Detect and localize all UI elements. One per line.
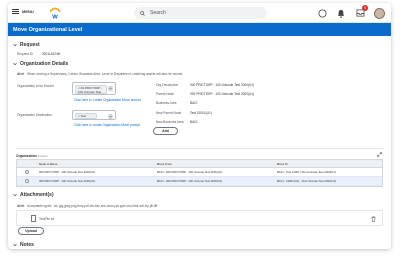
- hamburger-icon: [12, 9, 19, 14]
- org-to-move-label: Organization to be Moved: [17, 84, 54, 88]
- prompt-list-icon[interactable]: [108, 114, 113, 119]
- row-select-radio[interactable]: [25, 170, 29, 174]
- search-input[interactable]: Search: [134, 7, 267, 19]
- main-content: Request Request ID 000112024B Organizati…: [8, 36, 391, 249]
- search-icon: [140, 10, 145, 16]
- expand-icon[interactable]: [377, 152, 382, 157]
- org-description-value: 000 PRICTORP - 100 Unicode Test 2000(U1): [190, 83, 255, 87]
- cell-move-from: BACI - 000 PRICTORP - 100 Unicode Test 2…: [157, 179, 223, 183]
- menu-button[interactable]: MENU: [12, 9, 34, 14]
- new-business-area-label: New Business Area: [156, 120, 184, 124]
- attachments-alert-label: Alert: [17, 204, 25, 208]
- cell-move-to: BACI - Test 21001 (Test Unicode Test 200…: [277, 170, 336, 174]
- row-select-radio[interactable]: [25, 179, 29, 183]
- org-destination-chip[interactable]: × Test 21001(U1): [75, 112, 97, 119]
- grid-title: Organization: [16, 154, 37, 158]
- notes-section-header[interactable]: Notes: [13, 242, 34, 248]
- organization-grid: Node to Move Move From Move To 000 PRICT…: [16, 159, 383, 187]
- attachments-section-header[interactable]: Attachment(s): [13, 192, 54, 198]
- cell-move-to: BACI - 21001(U1) - Test Unicode Test 200…: [277, 179, 337, 183]
- org-to-move-chip[interactable]: × 00-PRICTORP - 100 Unicode Test 2000(U1…: [75, 85, 107, 94]
- org-description-label: Org Description: [156, 83, 179, 87]
- organization-details-title: Organization Details: [20, 61, 69, 67]
- user-avatar[interactable]: [373, 7, 385, 19]
- attachment-item[interactable]: TestFile.txt: [16, 210, 383, 226]
- column-header-move-to[interactable]: Move To: [277, 162, 288, 166]
- notes-title: Notes: [20, 242, 34, 248]
- chevron-down-icon: [13, 244, 17, 247]
- page-title: Move Organizational Level: [13, 26, 83, 33]
- request-section-header[interactable]: Request: [13, 42, 40, 48]
- org-to-move-link[interactable]: Click here to Create Organization Move p…: [74, 98, 141, 102]
- cell-node-to-move: 000 PRICTORP - 100 Unicode Test 2000(U1): [39, 170, 96, 174]
- page-header: Move Organizational Level: [8, 23, 391, 36]
- chevron-down-icon: [13, 44, 17, 47]
- trash-icon[interactable]: [371, 216, 376, 222]
- org-destination-label: Organization Destination: [17, 113, 52, 117]
- menu-label: MENU: [22, 9, 34, 14]
- grid-header-row: Node to Move Move From Move To: [17, 160, 382, 168]
- workday-logo[interactable]: w: [48, 6, 62, 20]
- table-row[interactable]: 000 PRICTORP - 100 Unicode Test 2000(U1)…: [17, 177, 382, 186]
- prompt-list-icon[interactable]: [108, 86, 113, 91]
- org-destination-prompt[interactable]: × Test 21001(U1): [72, 110, 116, 120]
- request-id-label: Request ID: [17, 52, 33, 56]
- attachments-alert-text: Acceptable types: .txt,.jpg,jpeg,png,bmp…: [27, 204, 158, 208]
- notification-badge: 5: [362, 5, 368, 11]
- alert-text: When moving a Supervisory, Center, Busin…: [27, 72, 184, 76]
- alert-label: Alert: [17, 72, 25, 76]
- parent-node-label: Parent Node: [156, 92, 174, 96]
- search-placeholder: Search: [150, 10, 166, 16]
- request-id-value: 000112024B: [42, 52, 60, 56]
- attachment-file-name[interactable]: TestFile.txt: [39, 217, 54, 221]
- chevron-down-icon: [13, 194, 17, 197]
- notifications-icon[interactable]: [335, 7, 347, 19]
- new-business-area-value: BACI: [190, 120, 198, 124]
- business-area-label: Business Area: [156, 101, 177, 105]
- app-window: MENU w Search 5 Move Organizational Leve…: [8, 3, 391, 249]
- parent-node-value: 000 PRICTORP - 100 Unicode Test 2000(U1): [190, 92, 255, 96]
- table-row[interactable]: 000 PRICTORP - 100 Unicode Test 2000(U1)…: [17, 168, 382, 177]
- svg-text:w: w: [51, 14, 58, 21]
- upload-button[interactable]: Upload: [18, 227, 44, 235]
- inbox-icon[interactable]: 5: [354, 5, 368, 19]
- new-parent-node-label: New Parent Node: [156, 111, 182, 115]
- cell-node-to-move: 000 PRICTORP - 100 Unicode Test 2000(U1): [39, 179, 96, 183]
- column-header-node-to-move[interactable]: Node to Move: [39, 162, 57, 166]
- new-parent-node-value: Test 21001(U1): [190, 111, 212, 115]
- column-header-move-from[interactable]: Move From: [157, 162, 172, 166]
- top-navigation-bar: MENU w Search 5: [8, 3, 391, 23]
- help-icon[interactable]: [316, 7, 328, 19]
- add-button[interactable]: Add: [153, 127, 178, 135]
- org-destination-link[interactable]: Click here to create Organization Move p…: [74, 123, 140, 127]
- org-to-move-prompt[interactable]: × 00-PRICTORP - 100 Unicode Test 2000(U1…: [72, 82, 116, 95]
- business-area-value: BACI: [190, 101, 198, 105]
- chevron-down-icon: [13, 63, 17, 66]
- file-icon: [31, 215, 36, 222]
- divider: [16, 148, 383, 149]
- cell-move-from: BACI - 000 PRICTORP - 100 Unicode Test 2…: [157, 170, 223, 174]
- attachments-title: Attachment(s): [20, 192, 54, 198]
- organization-details-section-header[interactable]: Organization Details: [13, 61, 68, 67]
- grid-count: 2 items: [38, 154, 48, 158]
- request-section-title: Request: [20, 42, 40, 48]
